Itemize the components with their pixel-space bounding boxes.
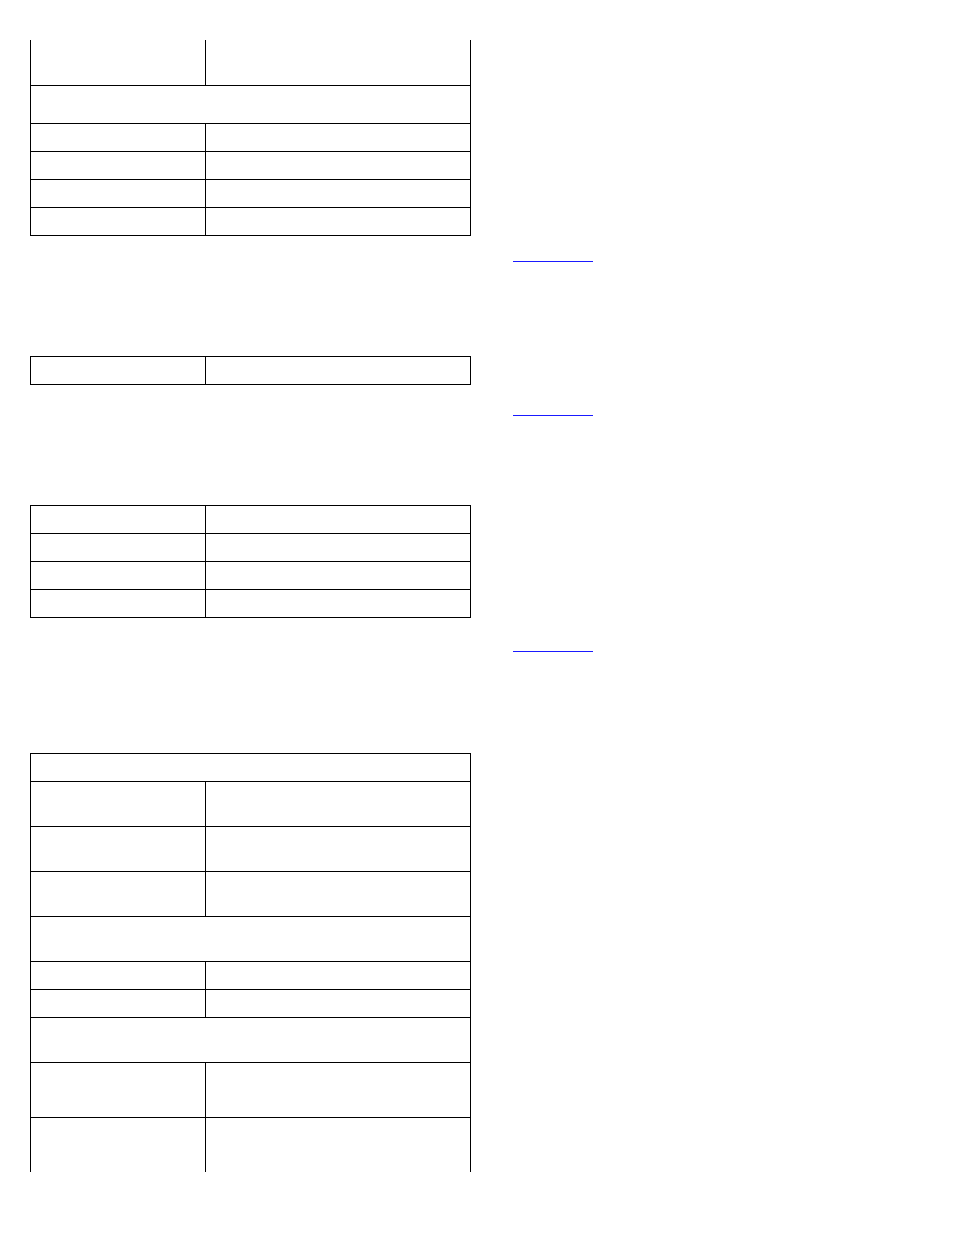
table-cell <box>31 781 206 826</box>
hyperlink-underline[interactable] <box>513 415 593 416</box>
table-cell <box>206 989 471 1017</box>
table-cell <box>31 989 206 1017</box>
hyperlink-underline[interactable] <box>513 651 593 652</box>
table-cell <box>31 916 471 961</box>
table-cell <box>206 826 471 871</box>
table-cell <box>31 589 206 617</box>
table-cell <box>31 1117 206 1172</box>
table-cell <box>206 1062 471 1117</box>
table-2 <box>30 356 471 385</box>
table-3 <box>30 505 471 618</box>
table-cell <box>206 781 471 826</box>
hyperlink-underline[interactable] <box>513 261 593 262</box>
table-row <box>31 151 471 179</box>
table-cell <box>31 1062 206 1117</box>
table-cell <box>206 356 471 384</box>
table-cell <box>206 561 471 589</box>
table-row <box>31 871 471 916</box>
table-cell <box>206 961 471 989</box>
table-row <box>31 40 471 85</box>
table-cell <box>31 85 471 123</box>
table-cell <box>31 1017 471 1062</box>
table-cell <box>31 961 206 989</box>
table-cell <box>31 356 206 384</box>
table-cell <box>206 40 471 85</box>
table-row <box>31 85 471 123</box>
table-row <box>31 505 471 533</box>
table-row <box>31 123 471 151</box>
table-cell <box>206 179 471 207</box>
table-cell <box>31 561 206 589</box>
table-cell <box>206 1117 471 1172</box>
table-cell <box>31 40 206 85</box>
table-cell <box>206 589 471 617</box>
table-row <box>31 561 471 589</box>
table-row <box>31 533 471 561</box>
table-cell <box>31 505 206 533</box>
table-row <box>31 356 471 384</box>
table-row <box>31 916 471 961</box>
table-4 <box>30 753 471 1173</box>
table-cell <box>206 871 471 916</box>
table-row <box>31 826 471 871</box>
table-cell <box>31 123 206 151</box>
table-cell <box>206 505 471 533</box>
table-cell <box>31 753 471 781</box>
table-cell <box>206 533 471 561</box>
table-row <box>31 781 471 826</box>
document-page <box>0 0 954 1235</box>
table-cell <box>206 151 471 179</box>
table-cell <box>31 826 206 871</box>
table-cell <box>31 179 206 207</box>
table-row <box>31 1062 471 1117</box>
table-row <box>31 753 471 781</box>
table-row <box>31 1117 471 1172</box>
table-row <box>31 961 471 989</box>
table-row <box>31 1017 471 1062</box>
table-row <box>31 179 471 207</box>
table-cell <box>31 533 206 561</box>
table-row <box>31 989 471 1017</box>
table-cell <box>206 123 471 151</box>
table-cell <box>31 207 206 235</box>
table-cell <box>31 151 206 179</box>
table-cell <box>31 871 206 916</box>
table-cell <box>206 207 471 235</box>
table-row <box>31 207 471 235</box>
table-row <box>31 589 471 617</box>
table-1 <box>30 40 471 236</box>
